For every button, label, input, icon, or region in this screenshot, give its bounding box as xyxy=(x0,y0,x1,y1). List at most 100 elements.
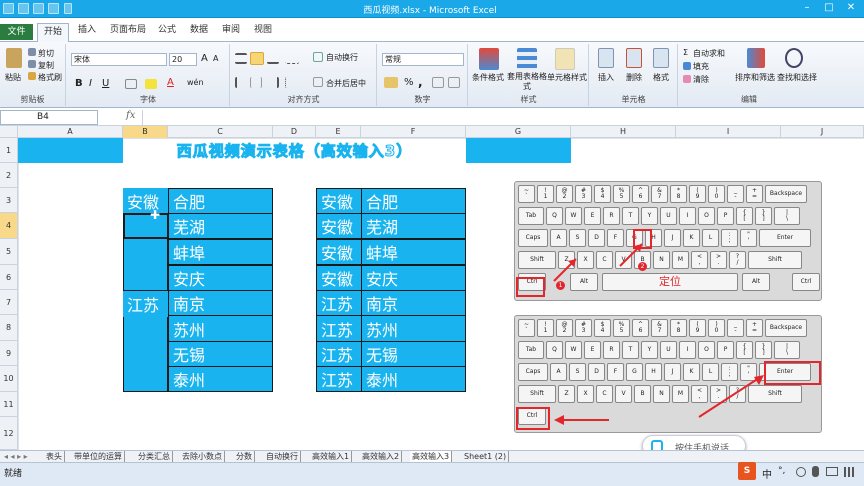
column-header[interactable]: G xyxy=(466,126,571,138)
paste-icon[interactable] xyxy=(6,48,22,68)
row-header[interactable]: 2 xyxy=(0,163,18,188)
city-cell[interactable]: 芜湖 xyxy=(361,213,466,239)
phonetic-button[interactable]: wén xyxy=(187,78,204,87)
province-cell[interactable]: 安徽 xyxy=(316,213,362,239)
row-header[interactable]: 1 xyxy=(0,138,18,163)
italic-button[interactable]: I xyxy=(89,78,92,89)
maximize-button[interactable]: □ xyxy=(820,2,838,15)
city-cell[interactable]: 蚌埠 xyxy=(361,239,466,265)
ime-mode[interactable]: 中 xyxy=(762,466,772,481)
undo-icon[interactable] xyxy=(33,3,44,14)
row-header[interactable]: 6 xyxy=(0,265,18,290)
cell-styles-button[interactable]: 单元格样式 xyxy=(547,72,587,83)
column-header[interactable]: I xyxy=(676,126,781,138)
column-header[interactable]: J xyxy=(781,126,864,138)
font-name-select[interactable]: 宋体 xyxy=(71,53,167,66)
province-cell[interactable]: 安徽 xyxy=(316,265,362,291)
formula-input[interactable] xyxy=(142,110,842,125)
tab-formulas[interactable]: 公式 xyxy=(152,22,182,38)
format-cells-button[interactable]: 格式 xyxy=(653,72,669,83)
province-cell[interactable]: 安徽 xyxy=(316,239,362,265)
tab-page-layout[interactable]: 页面布局 xyxy=(104,22,152,38)
border-icon[interactable] xyxy=(125,79,137,89)
province-cell[interactable]: 江苏 xyxy=(316,290,362,316)
fx-icon[interactable]: fx xyxy=(126,110,135,121)
tab-data[interactable]: 数据 xyxy=(184,22,214,38)
city-cell[interactable]: 苏州 xyxy=(361,315,466,342)
row-header[interactable]: 5 xyxy=(0,239,18,265)
format-table-button[interactable]: 套用表格格式 xyxy=(507,72,547,92)
wrap-text-button[interactable]: 自动换行 xyxy=(326,52,358,63)
align-right-icon[interactable] xyxy=(267,77,279,88)
row-header[interactable]: 8 xyxy=(0,315,18,341)
city-cell[interactable]: 南京 xyxy=(168,290,273,316)
city-cell[interactable]: 芜湖 xyxy=(168,213,273,239)
merge-center-button[interactable]: 合并后居中 xyxy=(326,78,366,89)
province-cell[interactable]: 江苏 xyxy=(123,291,169,317)
sogou-ime-icon[interactable]: S xyxy=(738,462,756,480)
city-cell[interactable]: 无锡 xyxy=(168,341,273,367)
province-cell[interactable]: 江苏 xyxy=(316,315,362,342)
delete-cells-button[interactable]: 删除 xyxy=(626,72,642,83)
keyboard-icon[interactable] xyxy=(826,467,838,476)
shrink-font-button[interactable]: A xyxy=(213,54,218,63)
city-cell[interactable]: 合肥 xyxy=(361,188,466,214)
find-select-button[interactable]: 查找和选择 xyxy=(777,72,817,83)
column-header[interactable]: D xyxy=(273,126,316,138)
copy-button[interactable]: 复制 xyxy=(38,60,54,71)
fill-color-icon[interactable] xyxy=(145,79,157,89)
city-cell[interactable]: 安庆 xyxy=(361,265,466,291)
column-header[interactable]: F xyxy=(361,126,466,138)
column-header[interactable]: C xyxy=(168,126,273,138)
city-cell[interactable]: 无锡 xyxy=(361,341,466,367)
align-top-icon[interactable] xyxy=(235,53,247,64)
column-header[interactable]: E xyxy=(316,126,361,138)
select-all-corner[interactable] xyxy=(0,126,18,138)
percent-button[interactable]: % xyxy=(404,77,414,88)
toolbox-icon[interactable] xyxy=(844,467,854,477)
close-button[interactable]: ✕ xyxy=(842,2,860,15)
column-header[interactable]: A xyxy=(18,126,123,138)
customize-qat-icon[interactable] xyxy=(64,3,72,14)
comma-button[interactable]: , xyxy=(418,75,423,89)
save-icon[interactable] xyxy=(18,3,29,14)
number-format-select[interactable]: 常规 xyxy=(382,53,464,66)
tab-file[interactable]: 文件 xyxy=(0,24,33,40)
autosum-button[interactable]: 自动求和 xyxy=(693,48,725,59)
fill-button[interactable]: 填充 xyxy=(693,61,709,72)
city-cell[interactable]: 苏州 xyxy=(168,315,273,342)
sheet-title[interactable]: 西瓜视频演示表格（高效输入3） xyxy=(123,140,466,162)
underline-button[interactable]: U xyxy=(102,78,109,89)
ime-punct[interactable]: °, xyxy=(778,466,785,476)
bold-button[interactable]: B xyxy=(75,78,83,89)
city-cell[interactable]: 泰州 xyxy=(168,366,273,392)
decrease-decimal-icon[interactable] xyxy=(448,77,460,88)
align-middle-icon[interactable] xyxy=(250,52,264,65)
row-header[interactable]: 12 xyxy=(0,417,18,450)
tab-review[interactable]: 审阅 xyxy=(216,22,246,38)
city-cell[interactable]: 南京 xyxy=(361,290,466,316)
province-cell[interactable]: 安徽 xyxy=(123,188,169,214)
align-bottom-icon[interactable] xyxy=(267,53,279,64)
conditional-format-button[interactable]: 条件格式 xyxy=(472,72,504,83)
insert-cells-button[interactable]: 插入 xyxy=(598,72,614,83)
city-cell[interactable]: 安庆 xyxy=(168,265,273,291)
row-header[interactable]: 4 xyxy=(0,213,18,239)
column-header[interactable]: H xyxy=(571,126,676,138)
row-header[interactable]: 9 xyxy=(0,341,18,366)
sort-filter-button[interactable]: 排序和筛选 xyxy=(735,72,775,83)
mic-icon[interactable] xyxy=(812,466,819,477)
increase-decimal-icon[interactable] xyxy=(432,77,444,88)
province-cell[interactable]: 安徽 xyxy=(316,188,362,214)
redo-icon[interactable] xyxy=(48,3,59,14)
clear-button[interactable]: 清除 xyxy=(693,74,709,85)
minimize-button[interactable]: – xyxy=(798,2,816,15)
row-header[interactable]: 11 xyxy=(0,392,18,417)
column-header[interactable]: B xyxy=(123,126,168,138)
emoji-icon[interactable] xyxy=(796,467,806,477)
align-center-icon[interactable] xyxy=(250,77,262,88)
font-color-button[interactable]: A xyxy=(167,77,174,88)
font-size-select[interactable]: 20 xyxy=(169,53,197,66)
currency-icon[interactable] xyxy=(384,77,398,88)
grow-font-button[interactable]: A xyxy=(201,53,208,64)
